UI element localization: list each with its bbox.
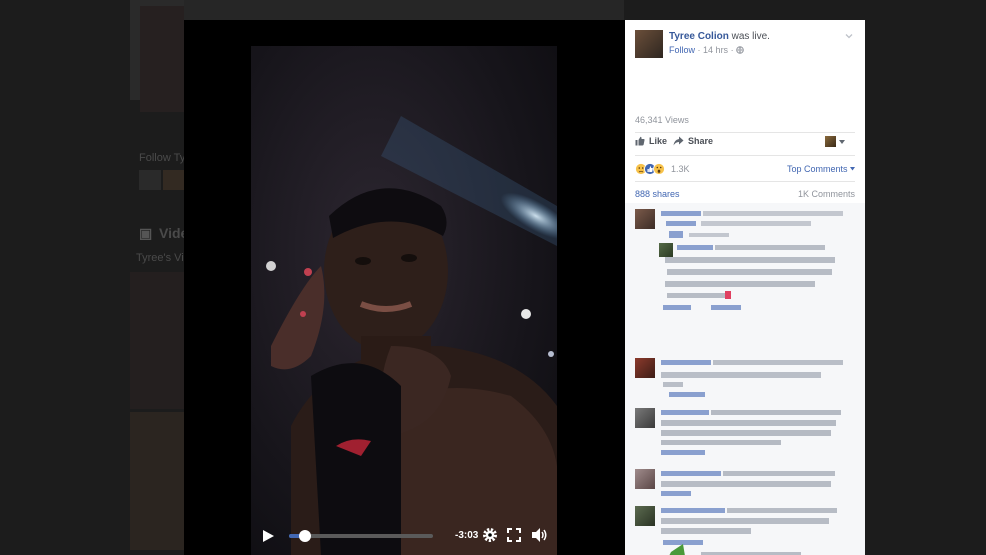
caret-down-icon (850, 167, 855, 171)
post-action-text: was live. (731, 31, 770, 42)
bg-profile-picture (140, 6, 184, 112)
post-header: Tyree Colion was live. (669, 31, 770, 42)
bg-video-thumb (130, 272, 184, 409)
video-theater: -3:03 (184, 20, 625, 555)
fullscreen-icon[interactable] (507, 528, 521, 542)
like-label: Like (649, 136, 668, 146)
comments-list (625, 203, 865, 555)
reaction-icons[interactable] (635, 163, 673, 175)
divider (635, 155, 855, 156)
pixelated-comment (661, 410, 841, 455)
avatar[interactable] (635, 469, 655, 489)
share-label: Share (688, 136, 714, 146)
caret-down-icon (839, 139, 845, 144)
thumbs-up-icon (635, 136, 645, 146)
time-remaining: -3:03 (455, 530, 479, 541)
post-meta: Follow · 14 hrs · (669, 45, 744, 55)
video-controls: -3:03 (251, 520, 557, 552)
bg-video-icon: ▣ (139, 225, 153, 241)
gear-icon[interactable] (482, 527, 498, 543)
reaction-count[interactable]: 1.3K (671, 164, 690, 174)
pixelated-comment (661, 471, 835, 496)
meta-separator: · (697, 45, 701, 55)
bg-video-thumb (130, 412, 184, 550)
post-timestamp[interactable]: 14 hrs (703, 45, 728, 55)
bg-follow-text: Follow Ty (139, 152, 186, 164)
share-button[interactable]: Share (673, 136, 713, 146)
bg-follower-thumb (163, 170, 184, 190)
comments-count[interactable]: 1K Comments (798, 189, 855, 199)
avatar[interactable] (635, 30, 663, 58)
volume-icon[interactable] (531, 527, 548, 543)
poster-name-link[interactable]: Tyree Colion (669, 31, 729, 42)
avatar[interactable] (635, 408, 655, 428)
bg-follower-thumb (139, 170, 161, 190)
follow-link[interactable]: Follow (669, 45, 695, 55)
avatar[interactable] (635, 506, 655, 526)
post-info-panel: Tyree Colion was live. Follow · 14 hrs ·… (625, 20, 865, 555)
chevron-down-icon[interactable] (845, 32, 853, 40)
pixelated-comment (661, 508, 837, 555)
like-button[interactable]: Like (635, 136, 667, 146)
sort-label: Top Comments (786, 164, 848, 174)
shares-link[interactable]: 888 shares (635, 189, 680, 199)
pixelated-comment (661, 360, 843, 397)
progress-bar[interactable] (289, 530, 433, 542)
globe-icon (736, 46, 744, 54)
reactions-row: 1.3K Top Comments (635, 163, 855, 177)
page-avatar (825, 136, 836, 147)
identity-selector[interactable] (825, 136, 845, 147)
share-arrow-icon (673, 136, 684, 146)
view-count: 46,341 Views (635, 115, 689, 125)
pixelated-comment (663, 245, 835, 310)
comment-sort-dropdown[interactable]: Top Comments (787, 164, 855, 174)
wow-reaction-icon (653, 163, 665, 175)
video-player[interactable] (251, 46, 557, 555)
bg-header-strip (184, 0, 624, 20)
avatar[interactable] (635, 209, 655, 229)
avatar[interactable] (635, 358, 655, 378)
divider (635, 181, 855, 182)
divider (635, 132, 855, 133)
meta-separator: · (730, 45, 734, 55)
video-frame-image (266, 116, 557, 555)
play-icon[interactable] (261, 529, 275, 543)
action-bar: Like Share (635, 136, 855, 152)
progress-handle[interactable] (298, 530, 311, 542)
